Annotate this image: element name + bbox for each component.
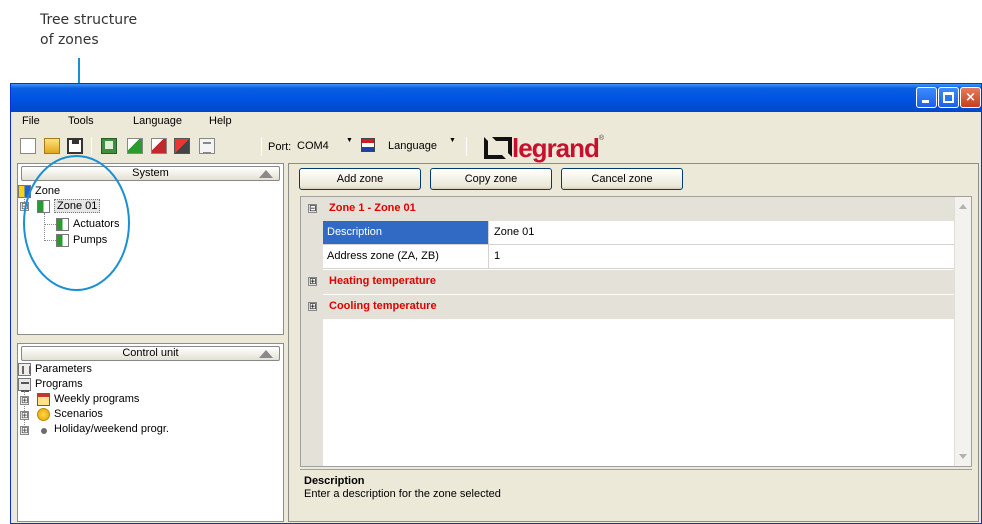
save-icon[interactable] (67, 138, 83, 154)
maximize-icon (943, 92, 954, 103)
tree-item-parameters[interactable]: Parameters (18, 361, 92, 377)
control-unit-panel-header[interactable]: Control unit (21, 346, 280, 361)
menu-help[interactable]: Help (209, 115, 232, 127)
vertical-scrollbar[interactable] (954, 197, 971, 466)
annotation-line-2: of zones (40, 32, 99, 48)
expand-icon[interactable]: ⊞ (308, 277, 317, 286)
grid-gutter (301, 197, 323, 466)
tree-item-weekly-programs[interactable]: Weekly programs (37, 391, 139, 407)
minimize-icon (922, 100, 929, 103)
tree-item-programs[interactable]: Programs (18, 376, 83, 392)
address-value-field[interactable]: 1 (494, 245, 500, 268)
control-unit-panel-title: Control unit (122, 347, 179, 359)
collapse-arrow-icon[interactable] (259, 170, 273, 178)
tree-expander-weekly[interactable]: ⊞ (20, 396, 29, 405)
property-name: Address zone (ZA, ZB) (323, 245, 489, 268)
screenshot: Tree structure of zones × File Tools Lan… (0, 0, 982, 524)
toolbar: Port: COM4 ▼ Language ▼ legrand ® (11, 132, 981, 162)
holiday-icon (37, 423, 50, 436)
toolbar-separator (91, 137, 92, 156)
close-button[interactable]: × (960, 87, 981, 108)
category-label: Heating temperature (329, 275, 436, 287)
property-name: Description (323, 221, 489, 244)
language-label[interactable]: Language (388, 140, 437, 152)
menu-tools[interactable]: Tools (68, 115, 94, 127)
tree-label: Holiday/weekend progr. (54, 423, 169, 435)
check-configuration-icon[interactable] (101, 138, 117, 154)
tree-item-scenarios[interactable]: Scenarios (37, 406, 103, 422)
menu-language[interactable]: Language (133, 115, 182, 127)
tree-expander-holiday[interactable]: ⊞ (20, 426, 29, 435)
legrand-logo: legrand ® (484, 133, 604, 161)
tree-label: Scenarios (54, 408, 103, 420)
copy-zone-button[interactable]: Copy zone (430, 168, 552, 190)
menu-bar: File Tools Language Help (11, 112, 981, 132)
annotation-circle (23, 155, 130, 291)
scroll-down-icon[interactable] (957, 449, 969, 463)
tree-label: Programs (35, 378, 83, 390)
cancel-zone-button[interactable]: Cancel zone (561, 168, 683, 190)
scenario-sun-icon (37, 407, 50, 421)
property-grid: ⊟ Zone 1 - Zone 01 Description Zone 01 A… (300, 196, 972, 467)
new-file-icon[interactable] (20, 138, 36, 154)
open-folder-icon[interactable] (44, 138, 60, 154)
expand-icon[interactable]: ⊞ (308, 302, 317, 311)
language-flag-icon[interactable] (361, 138, 375, 152)
parameters-icon (18, 362, 31, 376)
receive-from-unit-icon[interactable] (151, 138, 167, 154)
zone-editor-pane: Add zone Copy zone Cancel zone ⊟ Zone 1 … (288, 163, 979, 522)
description-help-box: Description Enter a description for the … (300, 469, 972, 509)
port-dropdown-icon[interactable]: ▼ (346, 137, 353, 144)
category-zone-01[interactable]: ⊟ Zone 1 - Zone 01 (301, 197, 956, 221)
property-row-description[interactable]: Description Zone 01 (323, 221, 956, 245)
category-label: Zone 1 - Zone 01 (329, 202, 416, 214)
annotation-label: Tree structure of zones (40, 10, 180, 50)
collapse-icon[interactable]: ⊟ (308, 204, 317, 213)
list-icon[interactable] (199, 138, 215, 154)
tree-label: Parameters (35, 363, 92, 375)
minimize-button[interactable] (916, 87, 937, 108)
description-value-field[interactable]: Zone 01 (494, 221, 534, 244)
toolbar-separator (261, 137, 262, 156)
help-text: Enter a description for the zone selecte… (304, 488, 501, 500)
port-value: COM4 (297, 140, 329, 152)
maximize-button[interactable] (938, 87, 959, 108)
help-title: Description (304, 475, 365, 487)
send-to-unit-icon[interactable] (127, 138, 143, 154)
tree-label: Weekly programs (54, 393, 140, 405)
collapse-arrow-icon[interactable] (259, 350, 273, 358)
programs-icon (18, 377, 31, 392)
legrand-wordmark: legrand (512, 133, 600, 163)
eraser-icon[interactable] (174, 138, 190, 154)
add-zone-button[interactable]: Add zone (299, 168, 421, 190)
port-select[interactable]: COM4 (294, 138, 350, 156)
menu-file[interactable]: File (22, 115, 40, 127)
calendar-icon (37, 392, 50, 406)
tree-item-holiday[interactable]: Holiday/weekend progr. (37, 421, 169, 437)
category-cooling-temperature[interactable]: ⊞ Cooling temperature (301, 295, 956, 319)
property-row-address[interactable]: Address zone (ZA, ZB) 1 (323, 245, 956, 269)
category-label: Cooling temperature (329, 300, 437, 312)
toolbar-separator (466, 137, 467, 156)
tree-expander-scenarios[interactable]: ⊞ (20, 411, 29, 420)
legrand-mark-icon (484, 137, 512, 159)
category-heating-temperature[interactable]: ⊞ Heating temperature (301, 270, 956, 294)
scroll-up-icon[interactable] (957, 200, 969, 214)
title-bar[interactable]: × (11, 84, 981, 112)
control-unit-panel: Control unit Parameters Programs ⊞ Weekl… (17, 343, 284, 522)
port-label: Port: (268, 141, 292, 153)
system-panel-title: System (132, 167, 169, 179)
application-window: × File Tools Language Help Port: COM4 ▼ (10, 83, 982, 524)
language-dropdown-icon[interactable]: ▼ (449, 137, 456, 144)
annotation-line-1: Tree structure (40, 12, 138, 28)
registered-mark: ® (598, 135, 605, 142)
